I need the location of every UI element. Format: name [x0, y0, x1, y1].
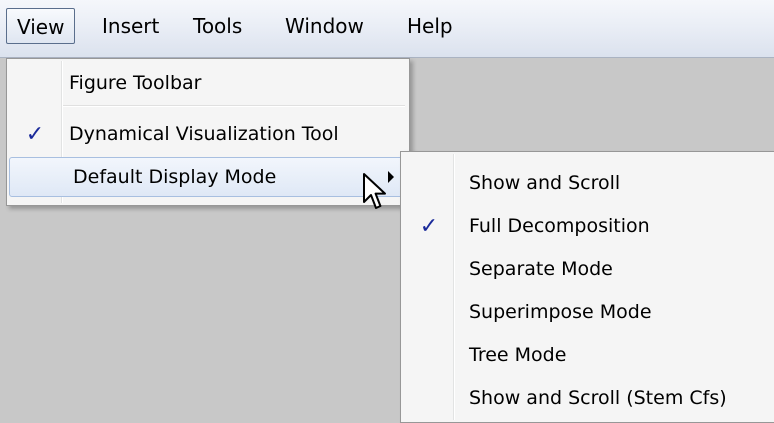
menu-view[interactable]: View — [6, 8, 76, 44]
submenu-item-full-decomposition[interactable]: ✓ Full Decomposition — [403, 205, 773, 247]
menu-window[interactable]: Window — [275, 8, 374, 44]
menu-item-label: Dynamical Visualization Tool — [69, 123, 339, 145]
submenu-item-show-and-scroll-stem-cfs[interactable]: Show and Scroll (Stem Cfs) — [403, 377, 773, 419]
menu-item-label: Figure Toolbar — [69, 72, 202, 94]
arrow-cursor-icon — [363, 173, 386, 209]
menu-item-label: Superimpose Mode — [469, 301, 652, 323]
menu-item-label: Show and Scroll — [469, 172, 621, 194]
submenu-item-superimpose-mode[interactable]: Superimpose Mode — [403, 291, 773, 333]
menu-item-dynamical-visualization-tool[interactable]: ✓ Dynamical Visualization Tool — [9, 115, 407, 153]
menu-item-figure-toolbar[interactable]: Figure Toolbar — [9, 65, 407, 101]
display-mode-submenu: Show and Scroll ✓ Full Decomposition Sep… — [400, 151, 774, 423]
view-menu-dropdown: Figure Toolbar ✓ Dynamical Visualization… — [6, 58, 410, 206]
submenu-item-separate-mode[interactable]: Separate Mode — [403, 248, 773, 290]
chevron-right-icon — [388, 171, 394, 183]
checkmark-icon: ✓ — [419, 213, 439, 239]
menu-bar: View Insert Tools Window Help — [0, 0, 774, 58]
menu-item-label: Separate Mode — [469, 258, 613, 280]
menu-item-label: Full Decomposition — [469, 215, 650, 237]
menu-tools[interactable]: Tools — [183, 8, 252, 44]
menu-item-default-display-mode[interactable]: Default Display Mode — [9, 157, 407, 197]
menu-help[interactable]: Help — [397, 8, 463, 44]
submenu-item-tree-mode[interactable]: Tree Mode — [403, 334, 773, 376]
checkmark-icon: ✓ — [25, 121, 45, 147]
menu-item-label: Show and Scroll (Stem Cfs) — [469, 387, 727, 409]
menu-item-label: Tree Mode — [469, 344, 567, 366]
menu-separator — [63, 105, 405, 107]
submenu-item-show-and-scroll[interactable]: Show and Scroll — [403, 162, 773, 204]
menu-insert[interactable]: Insert — [92, 8, 169, 44]
menu-item-label: Default Display Mode — [73, 166, 277, 188]
